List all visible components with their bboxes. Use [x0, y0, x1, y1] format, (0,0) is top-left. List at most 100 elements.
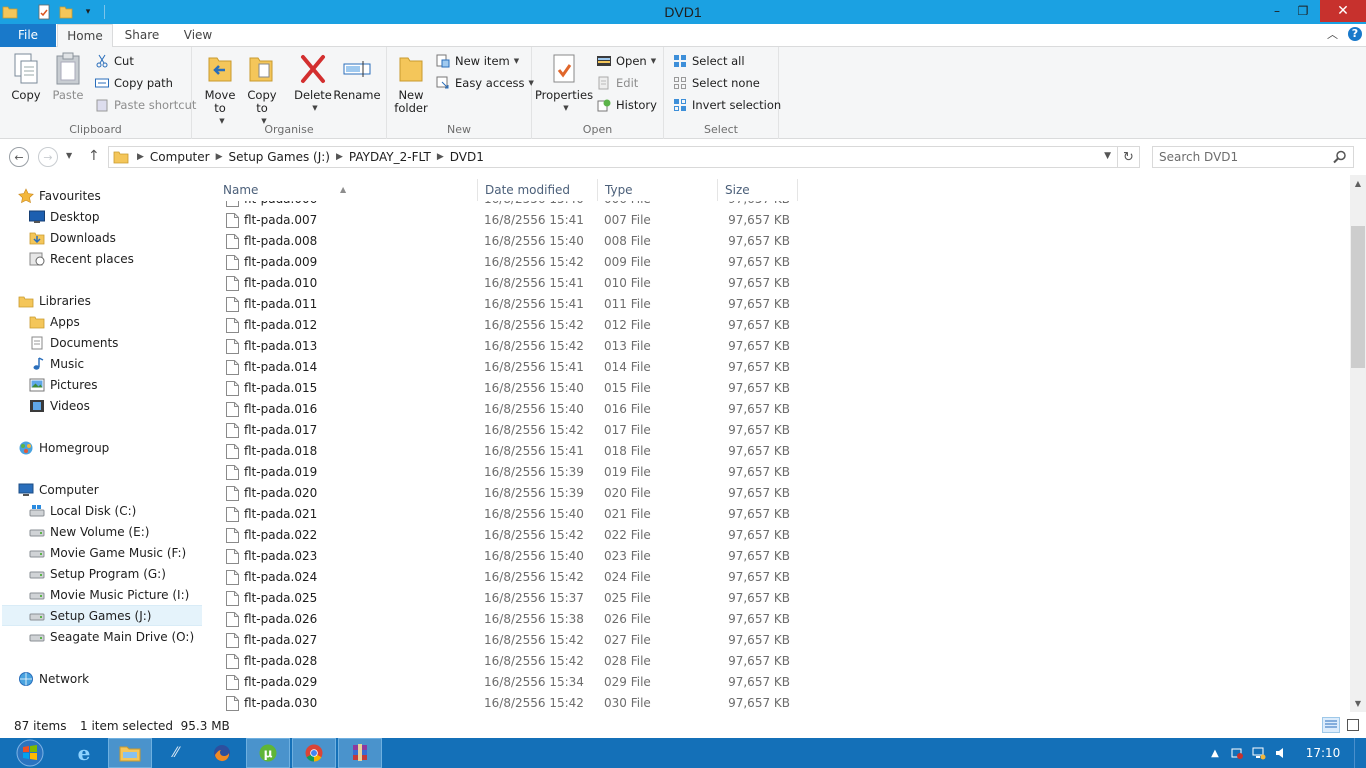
show-hidden-icons[interactable]: ▲	[1204, 738, 1226, 768]
paste-shortcut-button[interactable]: Paste shortcut	[94, 95, 196, 115]
table-row[interactable]: flt-pada.025 16/8/2556 15:37 025 File 97,65…	[216, 588, 816, 609]
new-folder-button[interactable]: New folder	[393, 51, 429, 115]
minimize-button[interactable]: –	[1264, 0, 1290, 22]
chevron-right-icon[interactable]: ▶	[214, 152, 225, 162]
select-none-button[interactable]: Select none	[672, 73, 760, 93]
copy-path-button[interactable]: Copy path	[94, 73, 173, 93]
clock[interactable]: 17:10	[1292, 746, 1354, 760]
select-all-button[interactable]: Select all	[672, 51, 745, 71]
breadcrumb-drive[interactable]: Setup Games (J:)	[225, 150, 334, 164]
cut-button[interactable]: Cut	[94, 51, 134, 71]
maximize-button[interactable]: ❐	[1290, 0, 1316, 22]
breadcrumb-computer[interactable]: Computer	[146, 150, 214, 164]
vertical-scrollbar[interactable]: ▲ ▼	[1350, 175, 1366, 712]
nav-music[interactable]: Music	[29, 353, 233, 374]
breadcrumb-current-folder[interactable]: DVD1	[446, 150, 488, 164]
tab-share[interactable]: Share	[116, 24, 168, 47]
nav-drive-e[interactable]: New Volume (E:)	[29, 521, 233, 542]
edit-button[interactable]: Edit	[596, 73, 638, 93]
history-button[interactable]: History	[596, 95, 657, 115]
nav-documents[interactable]: Documents	[29, 332, 233, 353]
network-status-icon[interactable]	[1248, 738, 1270, 768]
move-to-button[interactable]: Move to ▼	[202, 51, 238, 128]
taskbar-chrome[interactable]	[292, 738, 336, 768]
refresh-icon[interactable]: ↻	[1117, 147, 1139, 167]
taskbar-utorrent[interactable]: µ	[246, 738, 290, 768]
nav-drive-j[interactable]: Setup Games (J:)	[2, 605, 202, 626]
table-row[interactable]: flt-pada.012 16/8/2556 15:42 012 File 97,65…	[216, 315, 816, 336]
table-row[interactable]: flt-pada.022 16/8/2556 15:42 022 File 97,65…	[216, 525, 816, 546]
forward-button[interactable]: →	[38, 147, 58, 167]
tab-home[interactable]: Home	[57, 24, 113, 48]
chevron-right-icon[interactable]: ▶	[334, 152, 345, 162]
taskbar-file-explorer[interactable]	[108, 738, 152, 768]
chevron-right-icon[interactable]: ▶	[135, 152, 146, 162]
nav-homegroup[interactable]: Homegroup	[18, 437, 222, 458]
new-item-button[interactable]: New item ▼	[435, 51, 519, 71]
table-row[interactable]: flt-pada.009 16/8/2556 15:42 009 File 97,65…	[216, 252, 816, 273]
table-row[interactable]: flt-pada.030 16/8/2556 15:42 030 File 97,65…	[216, 693, 816, 712]
address-bar[interactable]: ▶ Computer ▶ Setup Games (J:) ▶ PAYDAY_2…	[108, 146, 1140, 168]
taskbar-firefox[interactable]	[200, 738, 244, 768]
nav-drive-i[interactable]: Movie Music Picture (I:)	[29, 584, 233, 605]
table-row[interactable]: flt-pada.011 16/8/2556 15:41 011 File 97,65…	[216, 294, 816, 315]
tab-file[interactable]: File	[0, 24, 56, 47]
table-row[interactable]: flt-pada.027 16/8/2556 15:42 027 File 97,65…	[216, 630, 816, 651]
breadcrumb-parent-folder[interactable]: PAYDAY_2-FLT	[345, 150, 435, 164]
large-icons-view-button[interactable]	[1344, 717, 1362, 733]
details-view-button[interactable]	[1322, 717, 1340, 733]
nav-drive-g[interactable]: Setup Program (G:)	[29, 563, 233, 584]
table-row[interactable]: flt-pada.014 16/8/2556 15:41 014 File 97,65…	[216, 357, 816, 378]
back-button[interactable]: ←	[9, 147, 29, 167]
easy-access-button[interactable]: Easy access ▼	[435, 73, 534, 93]
nav-libraries[interactable]: Libraries	[18, 290, 222, 311]
nav-drive-f[interactable]: Movie Game Music (F:)	[29, 542, 233, 563]
table-row[interactable]: flt-pada.015 16/8/2556 15:40 015 File 97,65…	[216, 378, 816, 399]
taskbar-app-3[interactable]: ⁄⁄	[154, 738, 198, 768]
power-icon[interactable]	[1226, 738, 1248, 768]
taskbar-winrar[interactable]	[338, 738, 382, 768]
table-row[interactable]: flt-pada.024 16/8/2556 15:42 024 File 97,65…	[216, 567, 816, 588]
table-row[interactable]: flt-pada.029 16/8/2556 15:34 029 File 97,65…	[216, 672, 816, 693]
nav-videos[interactable]: Videos	[29, 395, 233, 416]
properties-button[interactable]: Properties ▼	[535, 51, 593, 115]
rename-button[interactable]: Rename	[333, 51, 381, 102]
nav-network[interactable]: Network	[18, 668, 222, 689]
nav-desktop[interactable]: Desktop	[29, 206, 233, 227]
nav-drive-c[interactable]: Local Disk (C:)	[29, 500, 233, 521]
nav-apps[interactable]: Apps	[29, 311, 233, 332]
recent-locations-icon[interactable]: ▼	[66, 151, 72, 160]
delete-button[interactable]: Delete ▼	[294, 51, 332, 115]
table-row[interactable]: flt-pada.020 16/8/2556 15:39 020 File 97,65…	[216, 483, 816, 504]
taskbar-internet-explorer[interactable]: e	[62, 738, 106, 768]
chevron-right-icon[interactable]: ▶	[435, 152, 446, 162]
copy-button[interactable]: Copy	[8, 51, 44, 102]
search-box[interactable]	[1152, 146, 1354, 168]
table-row[interactable]: flt-pada.013 16/8/2556 15:42 013 File 97,65…	[216, 336, 816, 357]
tab-view[interactable]: View	[172, 24, 224, 47]
table-row[interactable]: flt-pada.007 16/8/2556 15:41 007 File 97,65…	[216, 210, 816, 231]
table-row[interactable]: flt-pada.016 16/8/2556 15:40 016 File 97,65…	[216, 399, 816, 420]
open-button[interactable]: Open ▼	[596, 51, 656, 71]
title-bar[interactable]: ▾ DVD1 – ❐ ✕	[0, 0, 1366, 24]
search-input[interactable]	[1159, 150, 1329, 164]
show-desktop-button[interactable]	[1354, 738, 1366, 768]
nav-downloads[interactable]: Downloads	[29, 227, 233, 248]
up-button[interactable]: ↑	[88, 148, 100, 164]
volume-icon[interactable]	[1270, 738, 1292, 768]
table-row[interactable]: flt-pada.018 16/8/2556 15:41 018 File 97,65…	[216, 441, 816, 462]
scroll-up-icon[interactable]: ▲	[1350, 175, 1366, 192]
nav-drive-o[interactable]: Seagate Main Drive (O:)	[29, 626, 233, 647]
close-button[interactable]: ✕	[1320, 0, 1366, 22]
table-row[interactable]: flt-pada.019 16/8/2556 15:39 019 File 97,65…	[216, 462, 816, 483]
search-icon[interactable]	[1333, 150, 1347, 164]
paste-button[interactable]: Paste	[50, 51, 86, 102]
table-row[interactable]: flt-pada.026 16/8/2556 15:38 026 File 97,65…	[216, 609, 816, 630]
table-row[interactable]: flt-pada.008 16/8/2556 15:40 008 File 97,65…	[216, 231, 816, 252]
table-row[interactable]: flt-pada.028 16/8/2556 15:42 028 File 97,65…	[216, 651, 816, 672]
scroll-down-icon[interactable]: ▼	[1350, 695, 1366, 712]
table-row[interactable]: flt-pada.023 16/8/2556 15:40 023 File 97,65…	[216, 546, 816, 567]
scrollbar-thumb[interactable]	[1351, 226, 1365, 368]
start-button[interactable]	[8, 739, 52, 767]
copy-to-button[interactable]: Copy to ▼	[244, 51, 280, 128]
